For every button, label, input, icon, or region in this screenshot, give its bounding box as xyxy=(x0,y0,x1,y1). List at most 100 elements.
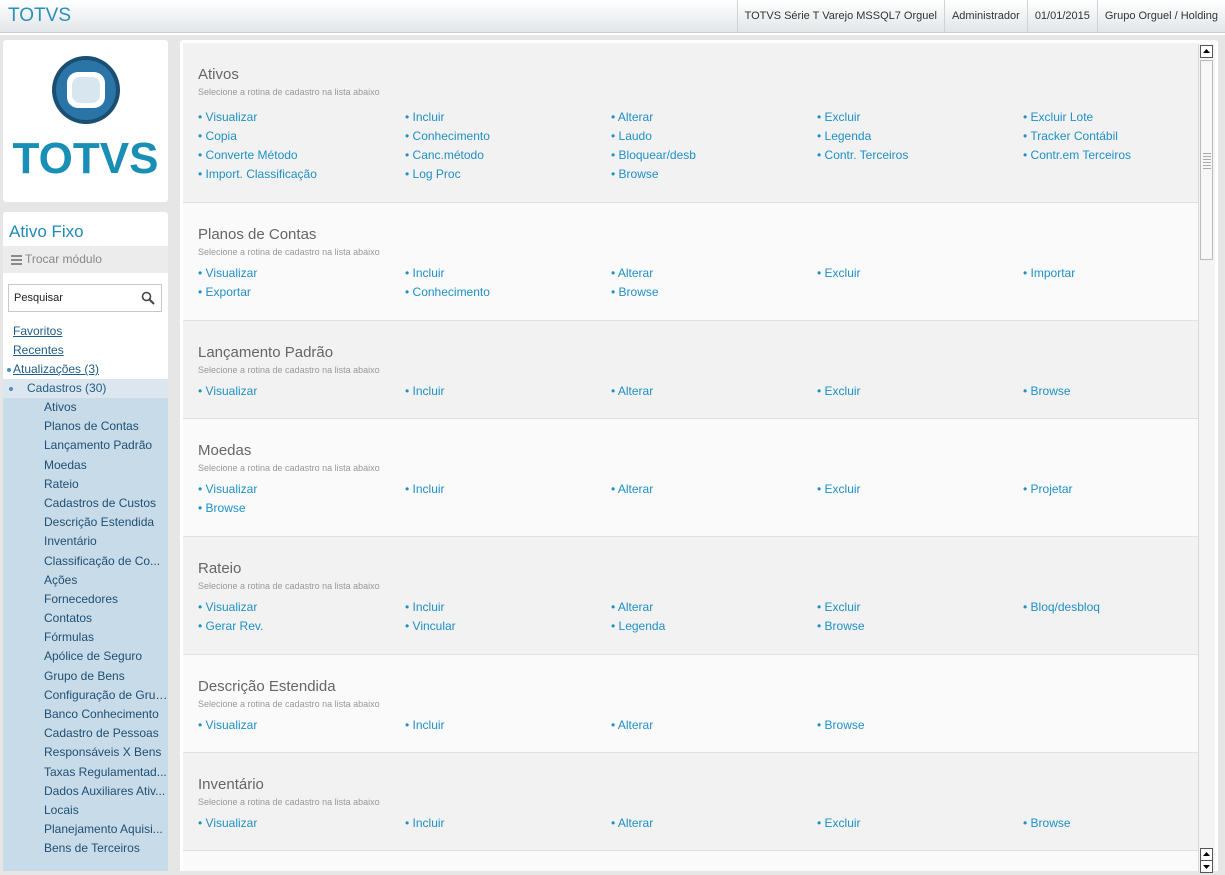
section-action-link[interactable]: • Incluir xyxy=(405,110,445,124)
section-action-link[interactable]: • Browse xyxy=(611,167,659,181)
section-action-link[interactable]: • Incluir xyxy=(405,600,445,614)
tree-item[interactable]: Cadastros de Custos xyxy=(3,494,168,513)
scroll-up-button[interactable] xyxy=(1200,45,1213,58)
section-action-link[interactable]: • Excluir xyxy=(817,600,861,614)
switch-module-button[interactable]: Trocar módulo xyxy=(3,246,168,273)
user-label[interactable]: Administrador xyxy=(943,0,1027,33)
section-action-link[interactable]: • Log Proc xyxy=(405,167,461,181)
section-action-link[interactable]: • Visualizar xyxy=(198,816,257,830)
module-title: Ativo Fixo xyxy=(9,222,84,241)
section-action-link[interactable]: • Copia xyxy=(198,129,237,143)
tree-item[interactable]: Dados Auxiliares Ativ... xyxy=(3,782,168,801)
section-title: Moedas xyxy=(198,442,252,459)
section-action-link[interactable]: • Alterar xyxy=(611,600,653,614)
section-action-link[interactable]: • Legenda xyxy=(611,619,665,633)
section-action-link[interactable]: • Browse xyxy=(611,285,659,299)
tree-item[interactable]: Responsáveis X Bens xyxy=(3,743,168,762)
section-action-link[interactable]: • Browse xyxy=(817,718,865,732)
section-action-link[interactable]: • Import. Classificação xyxy=(198,167,317,181)
section-action-link[interactable]: • Incluir xyxy=(405,384,445,398)
section-action-link[interactable]: • Visualizar xyxy=(198,266,257,280)
section-action-link[interactable]: • Excluir xyxy=(817,266,861,280)
section-action-link[interactable]: • Alterar xyxy=(611,110,653,124)
section-action-link[interactable]: • Browse xyxy=(817,619,865,633)
tree-item[interactable]: Grupo de Bens xyxy=(3,667,168,686)
section-action-link[interactable]: • Incluir xyxy=(405,718,445,732)
section-action-link[interactable]: • Alterar xyxy=(611,266,653,280)
section-action-link[interactable]: • Alterar xyxy=(611,718,653,732)
tree-item[interactable]: Locais xyxy=(3,801,168,820)
section-action-link[interactable]: • Conhecimento xyxy=(405,129,490,143)
section-action-link[interactable]: • Contr.em Terceiros xyxy=(1023,148,1131,162)
search-input[interactable] xyxy=(14,286,134,310)
section-action-link[interactable]: • Alterar xyxy=(611,384,653,398)
section-action-link[interactable]: • Visualizar xyxy=(198,482,257,496)
section-action-link[interactable]: • Vincular xyxy=(405,619,456,633)
section-action-link[interactable]: • Laudo xyxy=(611,129,652,143)
date-label[interactable]: 01/01/2015 xyxy=(1026,0,1097,33)
tree-item[interactable]: Taxas Regulamentad... xyxy=(3,763,168,782)
section-action-link[interactable]: • Excluir xyxy=(817,384,861,398)
section-action-link[interactable]: • Excluir xyxy=(817,816,861,830)
tree-item[interactable]: Banco Conhecimento xyxy=(3,705,168,724)
tree-item[interactable]: Fórmulas xyxy=(3,628,168,647)
tree-item[interactable]: Planejamento Aquisi... xyxy=(3,820,168,839)
cadastros-node[interactable]: Cadastros (30) xyxy=(3,379,168,398)
section-action-link[interactable]: • Canc.método xyxy=(405,148,484,162)
scroll-down-button[interactable] xyxy=(1200,860,1213,873)
menu-icon xyxy=(11,253,22,267)
updates-link[interactable]: Atualizações (3) xyxy=(3,360,168,379)
favorites-link[interactable]: Favoritos xyxy=(3,322,168,341)
section-action-link[interactable]: • Visualizar xyxy=(198,110,257,124)
tree-item[interactable]: Contatos xyxy=(3,609,168,628)
section-action-link[interactable]: • Browse xyxy=(1023,816,1071,830)
section-card: Rateio Selecione a rotina de cadastro na … xyxy=(183,537,1198,655)
tree-item[interactable]: Planos de Contas xyxy=(3,417,168,436)
company-label[interactable]: Grupo Orguel / Holding xyxy=(1096,0,1225,33)
section-action-link[interactable]: • Gerar Rev. xyxy=(198,619,263,633)
section-action-link[interactable]: • Contr. Terceiros xyxy=(817,148,908,162)
tree-item[interactable]: Configuração de Grupo xyxy=(3,686,168,705)
scroll-thumb[interactable] xyxy=(1200,60,1213,260)
tree-item[interactable]: Apólice de Seguro xyxy=(3,647,168,666)
section-action-link[interactable]: • Excluir Lote xyxy=(1023,110,1093,124)
tree-item[interactable]: Descrição Estendida xyxy=(3,513,168,532)
section-subtitle: Selecione a rotina de cadastro na lista … xyxy=(198,463,380,473)
section-action-link[interactable]: • Visualizar xyxy=(198,600,257,614)
tree-item[interactable]: Lançamento Padrão xyxy=(3,436,168,455)
tree-item[interactable]: Rateio xyxy=(3,475,168,494)
section-action-link[interactable]: • Exportar xyxy=(198,285,251,299)
tree-item[interactable]: Cadastro de Pessoas xyxy=(3,724,168,743)
tree-item[interactable]: Ativos xyxy=(3,398,168,417)
tree-item[interactable]: Classificação de Co... xyxy=(3,552,168,571)
section-action-link[interactable]: • Browse xyxy=(1023,384,1071,398)
section-action-link[interactable]: • Bloq/desbloq xyxy=(1023,600,1100,614)
section-action-link[interactable]: • Importar xyxy=(1023,266,1075,280)
tree-item[interactable]: Moedas xyxy=(3,456,168,475)
vertical-scrollbar[interactable] xyxy=(1198,44,1215,873)
section-action-link[interactable]: • Incluir xyxy=(405,482,445,496)
section-action-link[interactable]: • Visualizar xyxy=(198,384,257,398)
section-action-link[interactable]: • Tracker Contábil xyxy=(1023,129,1118,143)
section-action-link[interactable]: • Browse xyxy=(198,501,246,515)
section-action-link[interactable]: • Excluir xyxy=(817,110,861,124)
environment-label[interactable]: TOTVS Série T Varejo MSSQL7 Orguel xyxy=(736,0,944,33)
section-action-link[interactable]: • Conhecimento xyxy=(405,285,490,299)
tree-item[interactable]: Ações xyxy=(3,571,168,590)
section-action-link[interactable]: • Visualizar xyxy=(198,718,257,732)
section-action-link[interactable]: • Bloquear/desb xyxy=(611,148,696,162)
search-icon[interactable] xyxy=(141,291,155,305)
section-action-link[interactable]: • Legenda xyxy=(817,129,871,143)
section-action-link[interactable]: • Incluir xyxy=(405,816,445,830)
section-action-link[interactable]: • Excluir xyxy=(817,482,861,496)
tree-item[interactable]: Bens de Terceiros xyxy=(3,839,168,858)
section-action-link[interactable]: • Converte Método xyxy=(198,148,298,162)
section-action-link[interactable]: • Incluir xyxy=(405,266,445,280)
section-action-link[interactable]: • Alterar xyxy=(611,482,653,496)
recents-link[interactable]: Recentes xyxy=(3,341,168,360)
section-action-link[interactable]: • Alterar xyxy=(611,816,653,830)
topbar-divider xyxy=(0,33,1225,35)
tree-item[interactable]: Inventário xyxy=(3,532,168,551)
tree-item[interactable]: Fornecedores xyxy=(3,590,168,609)
section-action-link[interactable]: • Projetar xyxy=(1023,482,1073,496)
